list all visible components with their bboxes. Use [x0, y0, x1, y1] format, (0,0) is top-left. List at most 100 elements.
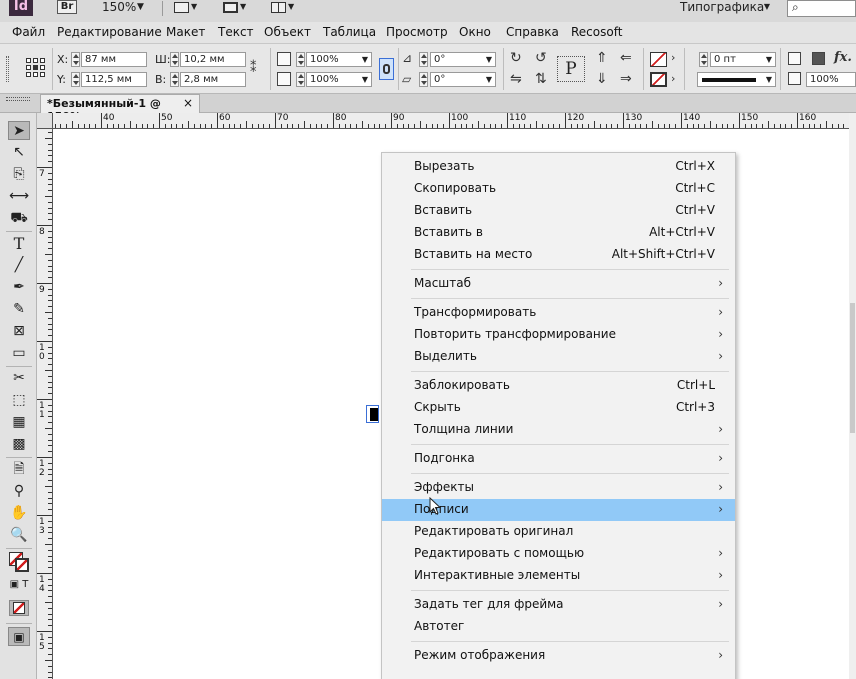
context-menu-item[interactable]: Вставить Ctrl+V	[382, 200, 735, 222]
menu-type[interactable]: Текст	[218, 25, 254, 39]
page-tool-icon[interactable]: ⎘	[8, 165, 30, 184]
rotate-ccw-icon[interactable]: ↺	[535, 50, 547, 66]
gap-tool-icon[interactable]: ⟷	[8, 187, 30, 206]
context-menu-item[interactable]: Трансформировать ›	[382, 302, 735, 324]
pen-tool-icon[interactable]: ✒	[8, 278, 30, 297]
type-tool-icon[interactable]: T	[8, 234, 30, 253]
context-menu-item[interactable]: Редактировать оригинал	[382, 521, 735, 543]
document-tab[interactable]: *Безымянный-1 @ 150% ×	[40, 94, 200, 123]
gradient-feather-tool-icon[interactable]: ▩	[8, 435, 30, 454]
context-menu-item[interactable]: Вставить на место Alt+Shift+Ctrl+V	[382, 244, 735, 266]
context-menu-item[interactable]: Эффекты ›	[382, 477, 735, 499]
chevron-down-icon[interactable]: ▼	[137, 2, 144, 12]
selection-tool-icon[interactable]: ➤	[8, 121, 30, 140]
note-tool-icon[interactable]: 🗎	[8, 460, 30, 479]
width-stepper[interactable]	[170, 52, 179, 67]
shear-stepper[interactable]	[419, 72, 428, 87]
screen-mode-icon[interactable]: ▣	[8, 627, 30, 646]
context-menu-item[interactable]: Выделить ›	[382, 346, 735, 368]
height-field[interactable]: 2,8 мм	[180, 72, 246, 87]
gradient-swatch-tool-icon[interactable]: ▦	[8, 413, 30, 432]
stroke-color-icon[interactable]	[15, 558, 29, 572]
constrain-proportions-icon[interactable]: ⁑	[250, 61, 257, 77]
eyedropper-tool-icon[interactable]: ⚲	[8, 482, 30, 501]
stroke-weight-stepper[interactable]	[699, 52, 708, 67]
selected-frame[interactable]	[366, 405, 379, 423]
context-menu-item[interactable]: Автотег	[382, 616, 735, 638]
scale-y-field[interactable]: 100% ▼	[306, 72, 372, 87]
stroke-type-dropdown[interactable]: ▼	[697, 72, 776, 87]
arrange-documents-button[interactable]: ▼	[270, 0, 294, 15]
view-options-button[interactable]: ▼	[173, 0, 197, 15]
menu-file[interactable]: Файл	[12, 25, 45, 39]
horizontal-ruler[interactable]: 40 50 60 70 80 90 100 110 120 130 140 150 160	[37, 113, 849, 129]
formatting-affects-icon[interactable]: ▣ T	[8, 575, 30, 594]
stroke-weight-field[interactable]: 0 пт ▼	[710, 52, 776, 67]
scale-x-field[interactable]: 100% ▼	[306, 52, 372, 67]
menu-view[interactable]: Просмотр	[386, 25, 448, 39]
context-menu-item[interactable]: Задать тег для фрейма ›	[382, 594, 735, 616]
width-field[interactable]: 10,2 мм	[180, 52, 246, 67]
select-previous-icon[interactable]: ⇐	[620, 50, 632, 66]
rotate-cw-icon[interactable]: ↻	[510, 50, 522, 66]
x-position-field[interactable]: 87 мм	[81, 52, 147, 67]
chevron-right-icon[interactable]: ›	[671, 71, 675, 87]
scissors-tool-icon[interactable]: ✂	[8, 369, 30, 388]
flip-vertical-icon[interactable]: ⇅	[535, 71, 547, 87]
vertical-ruler[interactable]: 789101112131415	[37, 129, 53, 679]
fill-swatch-icon[interactable]	[650, 52, 667, 67]
bridge-button[interactable]: Br	[57, 0, 77, 14]
x-stepper[interactable]	[71, 52, 80, 67]
rotate-stepper[interactable]	[419, 52, 428, 67]
hand-tool-icon[interactable]: ✋	[8, 504, 30, 523]
panel-grip[interactable]	[6, 56, 9, 82]
constrain-scale-icon[interactable]	[379, 58, 394, 80]
menu-edit[interactable]: Редактирование	[57, 25, 162, 39]
select-content-icon[interactable]: ⇓	[596, 71, 608, 87]
stroke-swatch-icon[interactable]	[650, 72, 667, 87]
menu-help[interactable]: Справка	[506, 25, 559, 39]
ruler-origin[interactable]	[37, 113, 53, 129]
container-icon[interactable]	[788, 52, 801, 65]
context-menu-item[interactable]: Режим отображения ›	[382, 645, 735, 667]
context-menu-item[interactable]: Толщина линии ›	[382, 419, 735, 441]
context-menu-item[interactable]: Повторить трансформирование ›	[382, 324, 735, 346]
content-collector-icon[interactable]: ⛟	[8, 209, 30, 228]
y-position-field[interactable]: 112,5 мм	[81, 72, 147, 87]
flip-horizontal-icon[interactable]: ⇋	[510, 71, 522, 87]
context-menu-item[interactable]: Редактировать с помощью ›	[382, 543, 735, 565]
context-menu-item[interactable]: Заблокировать Ctrl+L	[382, 375, 735, 397]
rotation-angle-field[interactable]: 0° ▼	[430, 52, 496, 67]
context-menu-item[interactable]: Подгонка ›	[382, 448, 735, 470]
apply-none-button[interactable]	[9, 600, 29, 616]
effects-fx-icon[interactable]: fx.	[834, 50, 852, 66]
context-menu-item[interactable]: Вставить в Alt+Ctrl+V	[382, 222, 735, 244]
y-stepper[interactable]	[71, 72, 80, 87]
close-icon[interactable]: ×	[183, 96, 193, 110]
menu-layout[interactable]: Макет	[166, 25, 205, 39]
context-menu-item[interactable]: Скрыть Ctrl+3	[382, 397, 735, 419]
scrollbar-thumb[interactable]	[850, 303, 855, 433]
pencil-tool-icon[interactable]: ✎	[8, 300, 30, 319]
line-tool-icon[interactable]: ╱	[8, 256, 30, 275]
opacity-field[interactable]: 100%	[806, 72, 856, 87]
scale-x-stepper[interactable]	[296, 52, 305, 67]
context-menu-item[interactable]: Масштаб ›	[382, 273, 735, 295]
select-container-icon[interactable]: ⇑	[596, 50, 608, 66]
workspace-switcher[interactable]: Типографика ▼	[668, 0, 778, 18]
panel-grip[interactable]	[6, 97, 30, 101]
drop-shadow-icon[interactable]	[812, 52, 825, 65]
scale-y-stepper[interactable]	[296, 72, 305, 87]
menu-table[interactable]: Таблица	[323, 25, 376, 39]
context-menu-item[interactable]: Интерактивные элементы ›	[382, 565, 735, 587]
context-menu-item[interactable]: Вырезать Ctrl+X	[382, 156, 735, 178]
reference-point-selector[interactable]	[26, 58, 46, 78]
context-menu-item[interactable]: Скопировать Ctrl+C	[382, 178, 735, 200]
zoom-level-dropdown[interactable]: 150%	[102, 0, 136, 14]
search-field[interactable]: ⌕	[787, 0, 856, 17]
menu-recosoft[interactable]: Recosoft	[571, 25, 622, 39]
chevron-right-icon[interactable]: ›	[671, 50, 675, 66]
vertical-scrollbar[interactable]	[849, 113, 856, 679]
height-stepper[interactable]	[170, 72, 179, 87]
direct-selection-tool-icon[interactable]: ↖	[8, 143, 30, 162]
